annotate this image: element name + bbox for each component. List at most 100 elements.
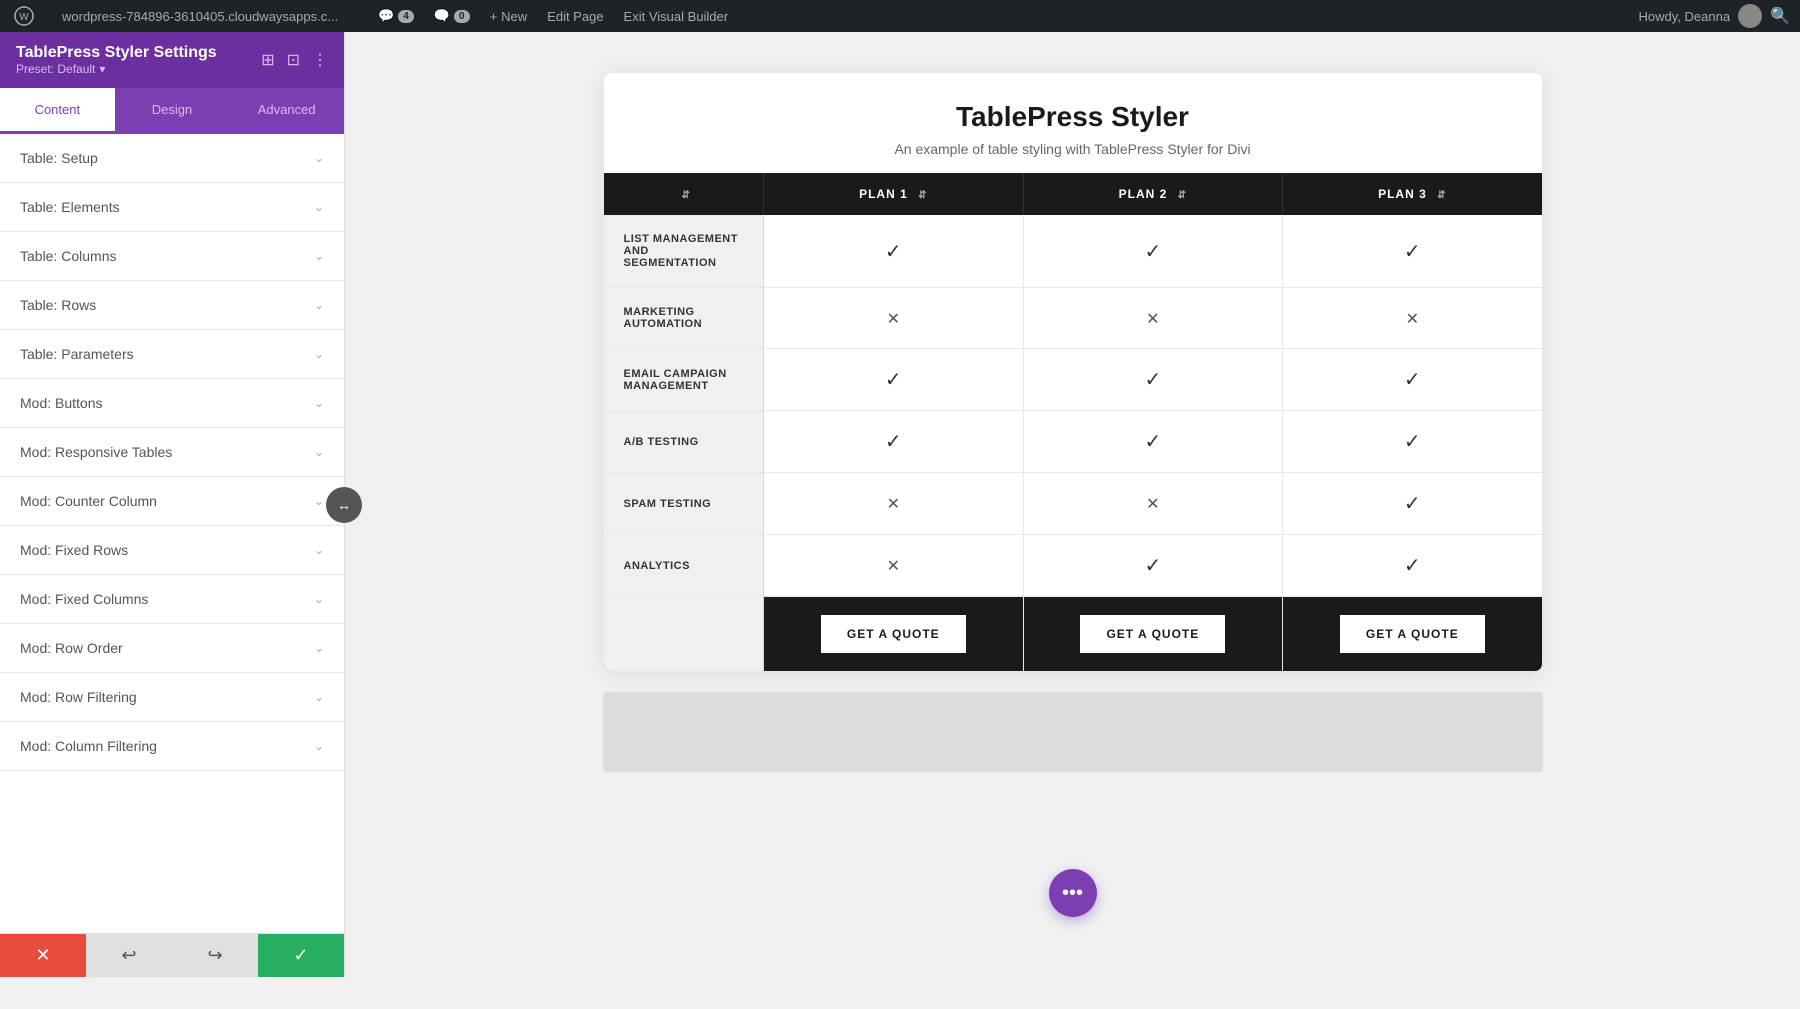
- feature-cell: LIST MANAGEMENT AND SEGMENTATION: [604, 215, 764, 288]
- accordion-mod-fixed-columns-header[interactable]: Mod: Fixed Columns ⌄: [0, 575, 344, 623]
- tab-design[interactable]: Design: [115, 88, 230, 134]
- plan2-cell: ✕: [1023, 473, 1283, 535]
- table-row: ANALYTICS ✕ ✓ ✓: [604, 535, 1542, 597]
- checkmark-icon: ✓: [1144, 555, 1161, 577]
- new-button[interactable]: + New: [482, 0, 536, 32]
- accordion-mod-row-order-header[interactable]: Mod: Row Order ⌄: [0, 624, 344, 672]
- tab-advanced[interactable]: Advanced: [229, 88, 344, 134]
- get-quote-plan3-button[interactable]: GET A QUOTE: [1340, 615, 1485, 653]
- sort-icon[interactable]: ⇵: [682, 190, 691, 201]
- redo-button[interactable]: ↪: [172, 934, 258, 977]
- left-panel: TablePress Styler Settings Preset: Defau…: [0, 32, 345, 977]
- comparison-table: ⇵ PLAN 1 ⇵ PLAN 2 ⇵ PLAN 3 ⇵: [604, 173, 1542, 671]
- panel-copy-icon[interactable]: ⊞: [261, 50, 274, 70]
- checkmark-icon: ✓: [1404, 431, 1421, 453]
- accordion-table-columns-header[interactable]: Table: Columns ⌄: [0, 232, 344, 280]
- plan3-cell: ✓: [1283, 535, 1542, 597]
- chevron-down-icon: ⌄: [314, 151, 324, 165]
- howdy-text: Howdy, Deanna: [1639, 9, 1731, 24]
- edit-page-button[interactable]: Edit Page: [539, 0, 611, 32]
- plan3-cell: ✓: [1283, 473, 1542, 535]
- fab-button[interactable]: •••: [1049, 869, 1097, 917]
- get-quote-plan1-button[interactable]: GET A QUOTE: [821, 615, 966, 653]
- checkmark-icon: ✓: [1404, 369, 1421, 391]
- site-url[interactable]: wordpress-784896-3610405.cloudwaysapps.c…: [54, 0, 346, 32]
- accordion-mod-column-filtering-header[interactable]: Mod: Column Filtering ⌄: [0, 722, 344, 770]
- tab-design-label: Design: [152, 102, 192, 117]
- wp-logo-icon[interactable]: W: [10, 2, 38, 30]
- accordion-table-columns: Table: Columns ⌄: [0, 232, 344, 281]
- admin-search-icon[interactable]: 🔍: [1770, 6, 1790, 26]
- plan3-cell: ✓: [1283, 215, 1542, 288]
- chevron-down-icon: ⌄: [314, 494, 324, 508]
- plan2-cell: ✓: [1023, 411, 1283, 473]
- table-header-row: ⇵ PLAN 1 ⇵ PLAN 2 ⇵ PLAN 3 ⇵: [604, 173, 1542, 215]
- chevron-down-icon: ⌄: [314, 690, 324, 704]
- accordion-table-elements-header[interactable]: Table: Elements ⌄: [0, 183, 344, 231]
- accordion-mod-row-order-label: Mod: Row Order: [20, 640, 123, 656]
- tab-content-label: Content: [35, 102, 81, 117]
- accordion-mod-buttons-label: Mod: Buttons: [20, 395, 103, 411]
- comments-button[interactable]: 💬 4: [370, 0, 422, 32]
- panel-footer: ✕ ↩ ↪ ✓: [0, 933, 344, 977]
- accordion-mod-fixed-rows-label: Mod: Fixed Rows: [20, 542, 128, 558]
- cancel-icon: ✕: [35, 945, 50, 966]
- x-icon: ✕: [887, 558, 900, 575]
- tab-content[interactable]: Content: [0, 88, 115, 134]
- cancel-button[interactable]: ✕: [0, 934, 86, 977]
- feature-cell: EMAIL CAMPAIGN MANAGEMENT: [604, 349, 764, 411]
- pending-comments-button[interactable]: 🗨️ 0: [426, 0, 478, 32]
- plan1-cell: ✕: [764, 535, 1024, 597]
- accordion-mod-column-filtering-label: Mod: Column Filtering: [20, 738, 157, 754]
- chevron-down-icon: ⌄: [314, 396, 324, 410]
- x-icon: ✕: [1146, 311, 1159, 328]
- table-footer-row: GET A QUOTE GET A QUOTE GET A QUOTE: [604, 597, 1542, 672]
- undo-button[interactable]: ↩: [86, 934, 172, 977]
- accordion-mod-counter-header[interactable]: Mod: Counter Column ⌄: [0, 477, 344, 525]
- footer-plan3-cell: GET A QUOTE: [1283, 597, 1542, 672]
- table-subtitle: An example of table styling with TablePr…: [636, 141, 1510, 157]
- redo-icon: ↪: [207, 945, 222, 966]
- panel-grid-icon[interactable]: ⊡: [287, 50, 300, 70]
- feature-cell: A/B TESTING: [604, 411, 764, 473]
- accordion-table-parameters-header[interactable]: Table: Parameters ⌄: [0, 330, 344, 378]
- panel-preset[interactable]: Preset: Default ▾: [16, 62, 217, 76]
- plan1-cell: ✓: [764, 411, 1024, 473]
- accordion-mod-fixed-rows-header[interactable]: Mod: Fixed Rows ⌄: [0, 526, 344, 574]
- chevron-down-icon: ⌄: [314, 445, 324, 459]
- plan3-sort-icon[interactable]: ⇵: [1437, 190, 1446, 201]
- accordion-mod-row-order: Mod: Row Order ⌄: [0, 624, 344, 673]
- exit-builder-button[interactable]: Exit Visual Builder: [616, 0, 737, 32]
- accordion-mod-responsive-header[interactable]: Mod: Responsive Tables ⌄: [0, 428, 344, 476]
- accordion-mod-fixed-columns-label: Mod: Fixed Columns: [20, 591, 148, 607]
- pending-count: 0: [454, 10, 470, 23]
- bottom-image-strip: [603, 692, 1543, 772]
- panel-more-icon[interactable]: ⋮: [312, 50, 328, 70]
- accordion-mod-buttons-header[interactable]: Mod: Buttons ⌄: [0, 379, 344, 427]
- col-header-feature: ⇵: [604, 173, 764, 215]
- new-label: New: [501, 9, 527, 24]
- table-row: MARKETING AUTOMATION ✕ ✕ ✕: [604, 288, 1542, 349]
- main-content: TablePress Styler An example of table st…: [345, 32, 1800, 977]
- panel-title-group: TablePress Styler Settings Preset: Defau…: [16, 44, 217, 76]
- user-avatar[interactable]: [1738, 4, 1762, 28]
- accordion-table-parameters-label: Table: Parameters: [20, 346, 134, 362]
- accordion-mod-column-filtering: Mod: Column Filtering ⌄: [0, 722, 344, 771]
- accordion-table-rows-header[interactable]: Table: Rows ⌄: [0, 281, 344, 329]
- accordion-mod-row-filtering-header[interactable]: Mod: Row Filtering ⌄: [0, 673, 344, 721]
- get-quote-plan2-button[interactable]: GET A QUOTE: [1080, 615, 1225, 653]
- accordion-mod-fixed-columns: Mod: Fixed Columns ⌄: [0, 575, 344, 624]
- panel-resize-handle[interactable]: ↔: [326, 487, 362, 523]
- col-header-plan1: PLAN 1 ⇵: [764, 173, 1024, 215]
- footer-empty-cell: [604, 597, 764, 672]
- chevron-down-icon: ⌄: [314, 543, 324, 557]
- plan2-sort-icon[interactable]: ⇵: [1178, 190, 1187, 201]
- accordion-table-setup-header[interactable]: Table: Setup ⌄: [0, 134, 344, 182]
- x-icon: ✕: [887, 496, 900, 513]
- save-button[interactable]: ✓: [258, 934, 344, 977]
- chevron-down-icon: ⌄: [314, 641, 324, 655]
- exit-builder-label: Exit Visual Builder: [624, 9, 729, 24]
- feature-cell: ANALYTICS: [604, 535, 764, 597]
- plan1-sort-icon[interactable]: ⇵: [918, 190, 927, 201]
- admin-bar-right: Howdy, Deanna 🔍: [1639, 4, 1790, 28]
